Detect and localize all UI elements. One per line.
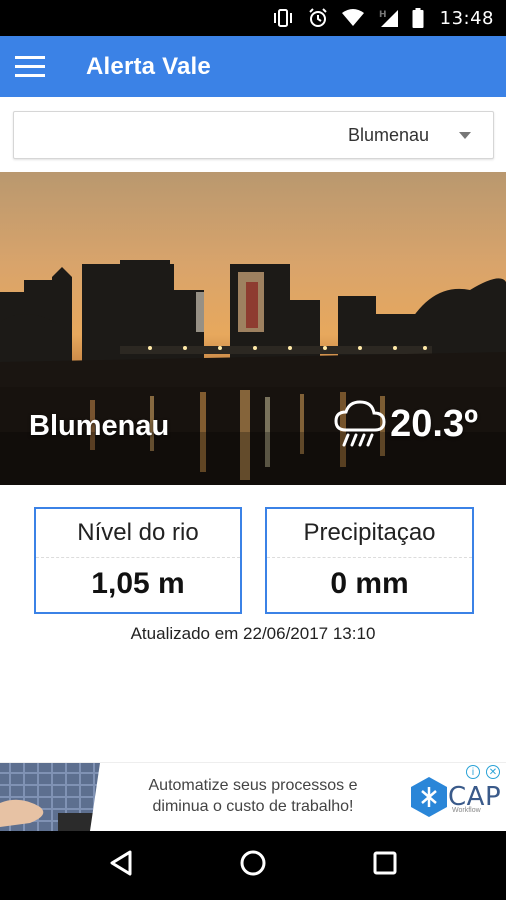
- rain-cloud-icon: [334, 400, 386, 447]
- ad-close-icon[interactable]: ✕: [486, 765, 500, 779]
- ad-text-line-2: diminua o custo de trabalho!: [152, 798, 354, 815]
- alarm-icon: [308, 8, 328, 28]
- hero-city-name: Blumenau: [29, 410, 170, 442]
- ad-logo-subtext: Workflow: [452, 807, 481, 814]
- app-bar: Alerta Vale: [0, 36, 506, 97]
- river-level-value: 1,05 m: [91, 567, 185, 600]
- app-title: Alerta Vale: [86, 52, 211, 80]
- status-bar: H 13:48: [0, 0, 506, 36]
- battery-icon: [412, 8, 424, 28]
- hero-weather: 20.3º: [334, 400, 478, 448]
- precipitation-value: 0 mm: [330, 567, 409, 600]
- recents-icon[interactable]: [372, 850, 398, 881]
- updated-timestamp: Atualizado em 22/06/2017 13:10: [130, 624, 376, 643]
- precipitation-card: Precipitaçao 0 mm: [265, 507, 474, 614]
- hero-image: Blumenau 20.3º: [0, 172, 506, 485]
- city-selector[interactable]: Blumenau: [13, 111, 494, 159]
- home-icon[interactable]: [239, 849, 267, 882]
- ad-choices[interactable]: i ✕: [466, 765, 500, 779]
- cap-logo-icon: [411, 777, 447, 817]
- network-h-icon: H: [378, 8, 398, 28]
- city-selector-value: Blumenau: [347, 124, 429, 145]
- ad-text-line-1: Automatize seus processos e: [148, 777, 358, 794]
- chevron-down-icon: [459, 131, 471, 139]
- status-time: 13:48: [439, 7, 494, 29]
- menu-button[interactable]: [2, 36, 58, 97]
- ad-text[interactable]: Automatize seus processos e diminua o cu…: [128, 775, 378, 817]
- river-level-card: Nível do rio 1,05 m: [34, 507, 242, 614]
- system-nav-bar: [0, 831, 506, 900]
- svg-text:H: H: [379, 10, 387, 20]
- ad-logo[interactable]: CAP Workflow: [410, 777, 501, 817]
- river-level-title: Nível do rio: [36, 509, 240, 558]
- ad-info-icon[interactable]: i: [466, 765, 480, 779]
- back-icon[interactable]: [108, 849, 134, 882]
- wifi-icon: [341, 9, 364, 27]
- precipitation-title: Precipitaçao: [267, 509, 472, 558]
- vibrate-icon: [272, 9, 294, 27]
- hero-temperature: 20.3º: [390, 402, 478, 445]
- hamburger-menu-icon: [15, 55, 45, 77]
- ad-banner[interactable]: Automatize seus processos e diminua o cu…: [0, 762, 506, 831]
- ad-image[interactable]: [0, 763, 116, 831]
